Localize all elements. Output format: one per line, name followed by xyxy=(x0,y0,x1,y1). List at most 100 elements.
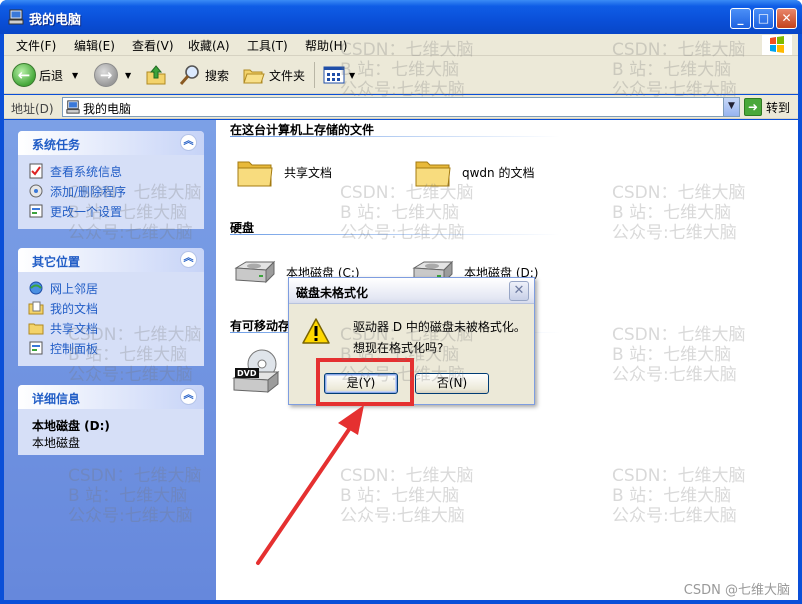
task-label: 查看系统信息 xyxy=(50,164,123,179)
search-button[interactable]: 搜索 xyxy=(178,62,229,88)
forward-arrow-icon: → xyxy=(94,63,118,87)
details-header[interactable]: 详细信息 ︽ xyxy=(18,385,204,409)
folder-icon xyxy=(415,161,451,187)
other-places-header[interactable]: 其它位置 ︽ xyxy=(18,248,204,272)
system-tasks-panel: 系统任务 ︽ 查看系统信息 添加/删除程序 更改一个设置 xyxy=(18,131,204,229)
collapse-chevron-icon[interactable]: ︽ xyxy=(180,251,197,268)
menu-bar: 文件(F) 编辑(E) 查看(V) 收藏(A) 工具(T) 帮助(H) xyxy=(4,34,798,56)
network-icon xyxy=(29,281,43,295)
system-tasks-title: 系统任务 xyxy=(32,138,81,152)
search-icon xyxy=(179,65,199,85)
back-button[interactable]: ← 后退 ▼ xyxy=(12,62,78,88)
menu-tools[interactable]: 工具(T) xyxy=(247,37,288,54)
dialog-question: 想现在格式化吗? xyxy=(353,341,444,355)
menu-file[interactable]: 文件(F) xyxy=(16,37,56,54)
go-label: 转到 xyxy=(766,100,791,115)
window-title: 我的电脑 xyxy=(29,13,82,28)
my-computer-icon xyxy=(8,9,24,25)
toolbar: ← 后退 ▼ → ▼ 搜索 文件夹 ▼ xyxy=(4,56,798,94)
add-remove-programs-icon xyxy=(29,184,43,198)
toolbar-separator xyxy=(314,62,315,88)
my-documents-icon xyxy=(28,301,44,315)
place-shared-documents[interactable]: 共享文档 xyxy=(28,318,204,338)
group-divider xyxy=(230,234,560,235)
close-button[interactable]: ✕ xyxy=(776,8,797,29)
maximize-button[interactable]: □ xyxy=(753,8,774,29)
windows-logo-icon xyxy=(762,35,792,55)
dialog-message: 驱动器 D 中的磁盘未被格式化。 xyxy=(353,320,526,334)
svg-text:DVD: DVD xyxy=(237,369,257,378)
go-button[interactable]: ➜ 转到 xyxy=(744,98,790,116)
place-my-documents[interactable]: 我的文档 xyxy=(28,298,204,318)
annotation-arrow xyxy=(256,405,364,565)
hard-drive-icon xyxy=(234,260,276,284)
views-dropdown-icon: ▼ xyxy=(349,70,356,80)
place-label: 控制面板 xyxy=(50,341,99,356)
explorer-window: 我的电脑 _ □ ✕ 文件(F) 编辑(E) 查看(V) 收藏(A) 工具(T)… xyxy=(0,0,802,604)
title-bar[interactable]: 我的电脑 _ □ ✕ xyxy=(0,0,802,34)
place-label: 共享文档 xyxy=(50,321,99,336)
back-label: 后退 xyxy=(39,68,64,83)
address-dropdown-icon[interactable]: ▼ xyxy=(723,98,739,116)
collapse-chevron-icon[interactable]: ︽ xyxy=(180,134,197,151)
details-drive-type: 本地磁盘 xyxy=(32,436,81,450)
dvd-drive-icon: DVD xyxy=(232,349,280,394)
menu-edit[interactable]: 编辑(E) xyxy=(74,37,115,54)
user-documents-folder[interactable]: qwdn 的文档 xyxy=(414,156,534,188)
back-arrow-icon: ← xyxy=(12,63,36,87)
item-label: 共享文档 xyxy=(284,165,333,180)
other-places-title: 其它位置 xyxy=(32,255,81,269)
task-add-remove-programs[interactable]: 添加/删除程序 xyxy=(28,181,204,201)
control-panel-icon xyxy=(29,341,43,355)
address-value: 我的电脑 xyxy=(83,102,132,116)
folders-icon xyxy=(243,69,265,84)
system-tasks-header[interactable]: 系统任务 ︽ xyxy=(18,131,204,155)
group-divider xyxy=(230,136,560,137)
forward-button[interactable]: → ▼ xyxy=(94,62,131,88)
place-network[interactable]: 网上邻居 xyxy=(28,278,204,298)
menu-favorites[interactable]: 收藏(A) xyxy=(188,37,230,54)
menu-view[interactable]: 查看(V) xyxy=(132,37,174,54)
minimize-button[interactable]: _ xyxy=(730,8,751,29)
details-drive-name: 本地磁盘 (D:) xyxy=(32,419,110,433)
task-change-setting[interactable]: 更改一个设置 xyxy=(28,201,204,221)
dialog-close-button[interactable]: ✕ xyxy=(509,281,529,301)
dialog-title: 磁盘未格式化 xyxy=(296,286,369,300)
other-places-panel: 其它位置 ︽ 网上邻居 我的文档 共享文档 控制面板 xyxy=(18,248,204,366)
forward-dropdown-icon[interactable]: ▼ xyxy=(125,71,131,80)
item-label: qwdn 的文档 xyxy=(462,165,535,180)
shared-documents-folder[interactable]: 共享文档 xyxy=(236,156,332,188)
address-bar: 地址(D) 我的电脑 ▼ ➜ 转到 xyxy=(4,95,798,119)
system-info-icon xyxy=(29,163,43,179)
place-control-panel[interactable]: 控制面板 xyxy=(28,338,204,358)
task-label: 更改一个设置 xyxy=(50,204,123,219)
footer-watermark: CSDN @七维大脑 xyxy=(683,583,790,598)
menu-help[interactable]: 帮助(H) xyxy=(305,37,347,54)
my-computer-icon xyxy=(66,100,80,114)
details-title: 详细信息 xyxy=(32,392,81,406)
no-button[interactable]: 否(N) xyxy=(415,373,489,394)
go-arrow-icon: ➜ xyxy=(744,98,762,116)
task-label: 添加/删除程序 xyxy=(50,184,127,199)
folder-icon xyxy=(28,323,44,335)
dialog-title-bar[interactable]: 磁盘未格式化 ✕ xyxy=(289,278,534,304)
task-pane: 系统任务 ︽ 查看系统信息 添加/删除程序 更改一个设置 其它位置 ︽ 网上邻居… xyxy=(4,120,216,600)
address-input[interactable]: 我的电脑 ▼ xyxy=(62,97,740,117)
place-label: 我的文档 xyxy=(50,301,99,316)
details-panel: 详细信息 ︽ 本地磁盘 (D:) 本地磁盘 xyxy=(18,385,204,455)
back-dropdown-icon[interactable]: ▼ xyxy=(72,71,78,80)
control-panel-icon xyxy=(29,204,43,218)
task-view-system-info[interactable]: 查看系统信息 xyxy=(28,161,204,181)
place-label: 网上邻居 xyxy=(50,281,99,296)
up-folder-icon xyxy=(146,65,166,85)
views-button[interactable]: ▼ xyxy=(322,62,355,88)
warning-icon xyxy=(302,318,330,344)
folders-button[interactable]: 文件夹 xyxy=(242,62,305,88)
search-label: 搜索 xyxy=(205,68,230,83)
collapse-chevron-icon[interactable]: ︽ xyxy=(180,388,197,405)
address-label: 地址(D) xyxy=(11,102,54,116)
views-icon xyxy=(323,66,345,84)
up-folder-button[interactable] xyxy=(144,62,168,88)
folders-label: 文件夹 xyxy=(269,68,306,83)
folder-icon xyxy=(237,161,273,187)
